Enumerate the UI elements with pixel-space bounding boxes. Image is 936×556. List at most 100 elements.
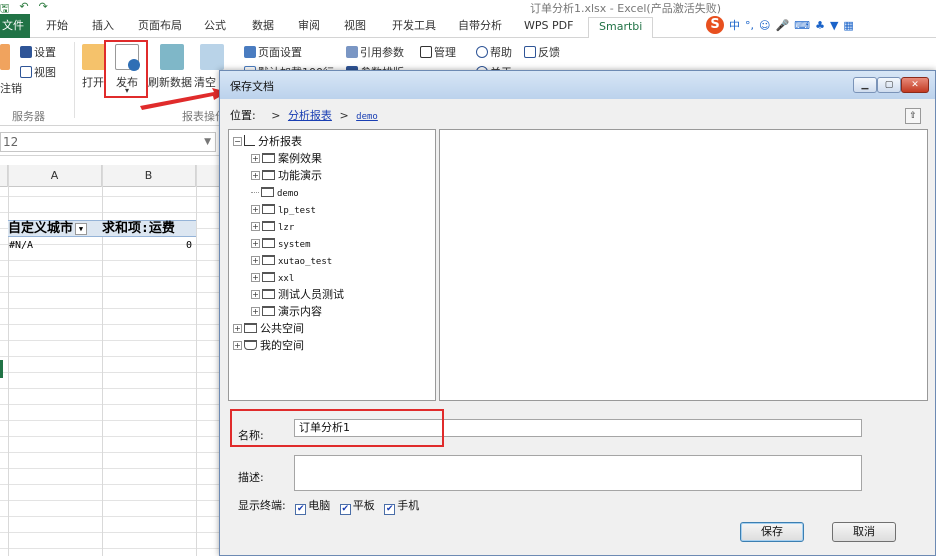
- tree-item[interactable]: + 功能演示: [251, 168, 322, 184]
- view-icon: [20, 66, 32, 78]
- redo-icon[interactable]: ↷: [39, 0, 48, 14]
- save-button[interactable]: 保存: [740, 522, 804, 542]
- breadcrumb-leaf[interactable]: demo: [356, 112, 378, 122]
- clear-icon: [200, 44, 224, 70]
- tab-formulas[interactable]: 公式: [204, 17, 226, 37]
- checkbox-tablet[interactable]: ✔: [339, 504, 351, 515]
- shirt-icon[interactable]: ▼: [830, 19, 838, 32]
- cell-a-value[interactable]: #N/A: [9, 240, 33, 251]
- terminal-row: 显示终端: ✔ 电脑 ✔ 平板 ✔ 手机: [238, 499, 420, 515]
- logout-button[interactable]: 注销: [0, 80, 22, 96]
- tab-analysis[interactable]: 自带分析: [458, 17, 502, 37]
- filter-dropdown-icon[interactable]: ▼: [75, 223, 88, 235]
- pointer-arrow: [140, 88, 228, 110]
- checkbox-phone[interactable]: ✔: [384, 504, 396, 515]
- expand-icon[interactable]: +: [251, 222, 260, 231]
- user-icon[interactable]: ♣: [815, 19, 825, 32]
- ime-punct[interactable]: °,: [745, 19, 754, 32]
- cancel-button[interactable]: 取消: [832, 522, 896, 542]
- expand-icon[interactable]: +: [251, 273, 260, 282]
- breadcrumb-root[interactable]: 分析报表: [288, 109, 332, 122]
- tree-item[interactable]: + lzr: [251, 219, 294, 235]
- folder-icon: [262, 289, 275, 299]
- tree-item[interactable]: + 案例效果: [251, 151, 322, 167]
- tree-item[interactable]: + xutao_test: [251, 253, 332, 269]
- location-breadcrumb: 位置: > 分析报表 > demo: [230, 107, 378, 123]
- terminal-label: 显示终端:: [238, 499, 286, 512]
- emoji-icon[interactable]: ☺: [759, 19, 770, 32]
- tab-insert[interactable]: 插入: [92, 17, 114, 37]
- page-setup-button[interactable]: 页面设置: [244, 44, 302, 60]
- select-all-corner[interactable]: [0, 165, 8, 187]
- tab-review[interactable]: 审阅: [298, 17, 320, 37]
- grid-icon[interactable]: ▦: [843, 19, 853, 32]
- row-selection-marker: [0, 360, 3, 378]
- expand-icon[interactable]: +: [251, 290, 260, 299]
- manage-button[interactable]: 管理: [420, 44, 456, 60]
- expand-icon[interactable]: +: [251, 205, 260, 214]
- expand-icon[interactable]: +: [251, 171, 260, 180]
- tab-developer[interactable]: 开发工具: [392, 17, 436, 37]
- grid-line: [196, 165, 197, 556]
- dialog-title-bar[interactable]: 保存文档 ▁ ▢ ✕: [220, 71, 935, 99]
- folder-tree[interactable]: − 分析报表 + 案例效果 + 功能演示 demo + lp_test + lzr + sy…: [228, 129, 436, 401]
- view-button[interactable]: 视图: [20, 64, 56, 80]
- tab-home[interactable]: 开始: [46, 17, 68, 37]
- expand-icon[interactable]: +: [233, 324, 242, 333]
- up-level-button[interactable]: ⇧: [905, 108, 921, 124]
- settings-button[interactable]: 设置: [20, 44, 56, 60]
- name-box[interactable]: 12 ▼: [0, 132, 216, 152]
- feedback-button[interactable]: 反馈: [524, 44, 560, 60]
- tree-item[interactable]: + system: [251, 236, 311, 252]
- dialog-body: 位置: > 分析报表 > demo ⇧ − 分析报表 + 案例效果 + 功能演示 de…: [220, 99, 935, 555]
- folder-icon: [261, 187, 274, 197]
- tab-file[interactable]: 文件: [0, 14, 30, 38]
- tree-item[interactable]: + 测试人员测试: [251, 287, 344, 303]
- tree-item-my-space[interactable]: + 我的空间: [233, 338, 304, 354]
- expand-icon[interactable]: +: [251, 154, 260, 163]
- expand-icon[interactable]: +: [251, 256, 260, 265]
- save-dialog: 保存文档 ▁ ▢ ✕ 位置: > 分析报表 > demo ⇧ − 分析报表 + 案例…: [219, 70, 936, 556]
- file-list-panel[interactable]: [439, 129, 928, 401]
- expand-icon[interactable]: +: [251, 307, 260, 316]
- tab-view[interactable]: 视图: [344, 17, 366, 37]
- minimize-button[interactable]: ▁: [853, 77, 877, 93]
- close-button[interactable]: ✕: [901, 77, 929, 93]
- chevron-down-icon[interactable]: ▼: [204, 133, 211, 151]
- pivot-value-header[interactable]: 求和项:运费: [102, 220, 196, 237]
- maximize-button[interactable]: ▢: [877, 77, 901, 93]
- save-icon[interactable]: 🖫: [0, 0, 9, 15]
- chevron-right-icon: >: [271, 109, 281, 122]
- tree-item[interactable]: + xxl: [251, 270, 294, 286]
- undo-icon[interactable]: ↶: [19, 0, 28, 14]
- tab-smartbi[interactable]: Smartbi: [588, 17, 654, 39]
- column-header-a[interactable]: A: [8, 165, 102, 187]
- collapse-icon[interactable]: −: [233, 137, 242, 146]
- ime-mode[interactable]: 中: [729, 17, 740, 33]
- ime-toolbar: S 中 °, ☺ 🎤 ⌨ ♣ ▼ ▦: [706, 16, 854, 34]
- expand-icon[interactable]: +: [233, 341, 242, 350]
- mic-icon[interactable]: 🎤: [775, 19, 789, 32]
- help-button[interactable]: 帮助: [476, 44, 512, 60]
- expand-icon[interactable]: +: [251, 239, 260, 248]
- checkbox-desktop[interactable]: ✔: [295, 504, 307, 515]
- tab-page-layout[interactable]: 页面布局: [138, 17, 182, 37]
- tree-item-root[interactable]: − 分析报表: [233, 134, 302, 150]
- tab-wps-pdf[interactable]: WPS PDF: [524, 17, 573, 37]
- logout-icon: [0, 44, 10, 70]
- cell-b-value[interactable]: 0: [186, 240, 192, 251]
- column-header-b[interactable]: B: [102, 165, 196, 187]
- group-server-label: 服务器: [12, 110, 45, 123]
- tree-item[interactable]: + 演示内容: [251, 304, 322, 320]
- pivot-row-header[interactable]: 自定义城市 ▼: [8, 220, 102, 237]
- ref-params-button[interactable]: 引用参数: [346, 44, 404, 60]
- tree-item-selected[interactable]: demo: [251, 185, 299, 201]
- keyboard-icon[interactable]: ⌨: [794, 19, 810, 32]
- description-input[interactable]: [294, 455, 862, 491]
- tree-item-public-space[interactable]: + 公共空间: [233, 321, 304, 337]
- sogou-logo-icon[interactable]: S: [706, 16, 724, 34]
- tree-item[interactable]: + lp_test: [251, 202, 316, 218]
- open-button[interactable]: 打开: [82, 74, 104, 90]
- feedback-icon: [524, 46, 536, 58]
- tab-data[interactable]: 数据: [252, 17, 274, 37]
